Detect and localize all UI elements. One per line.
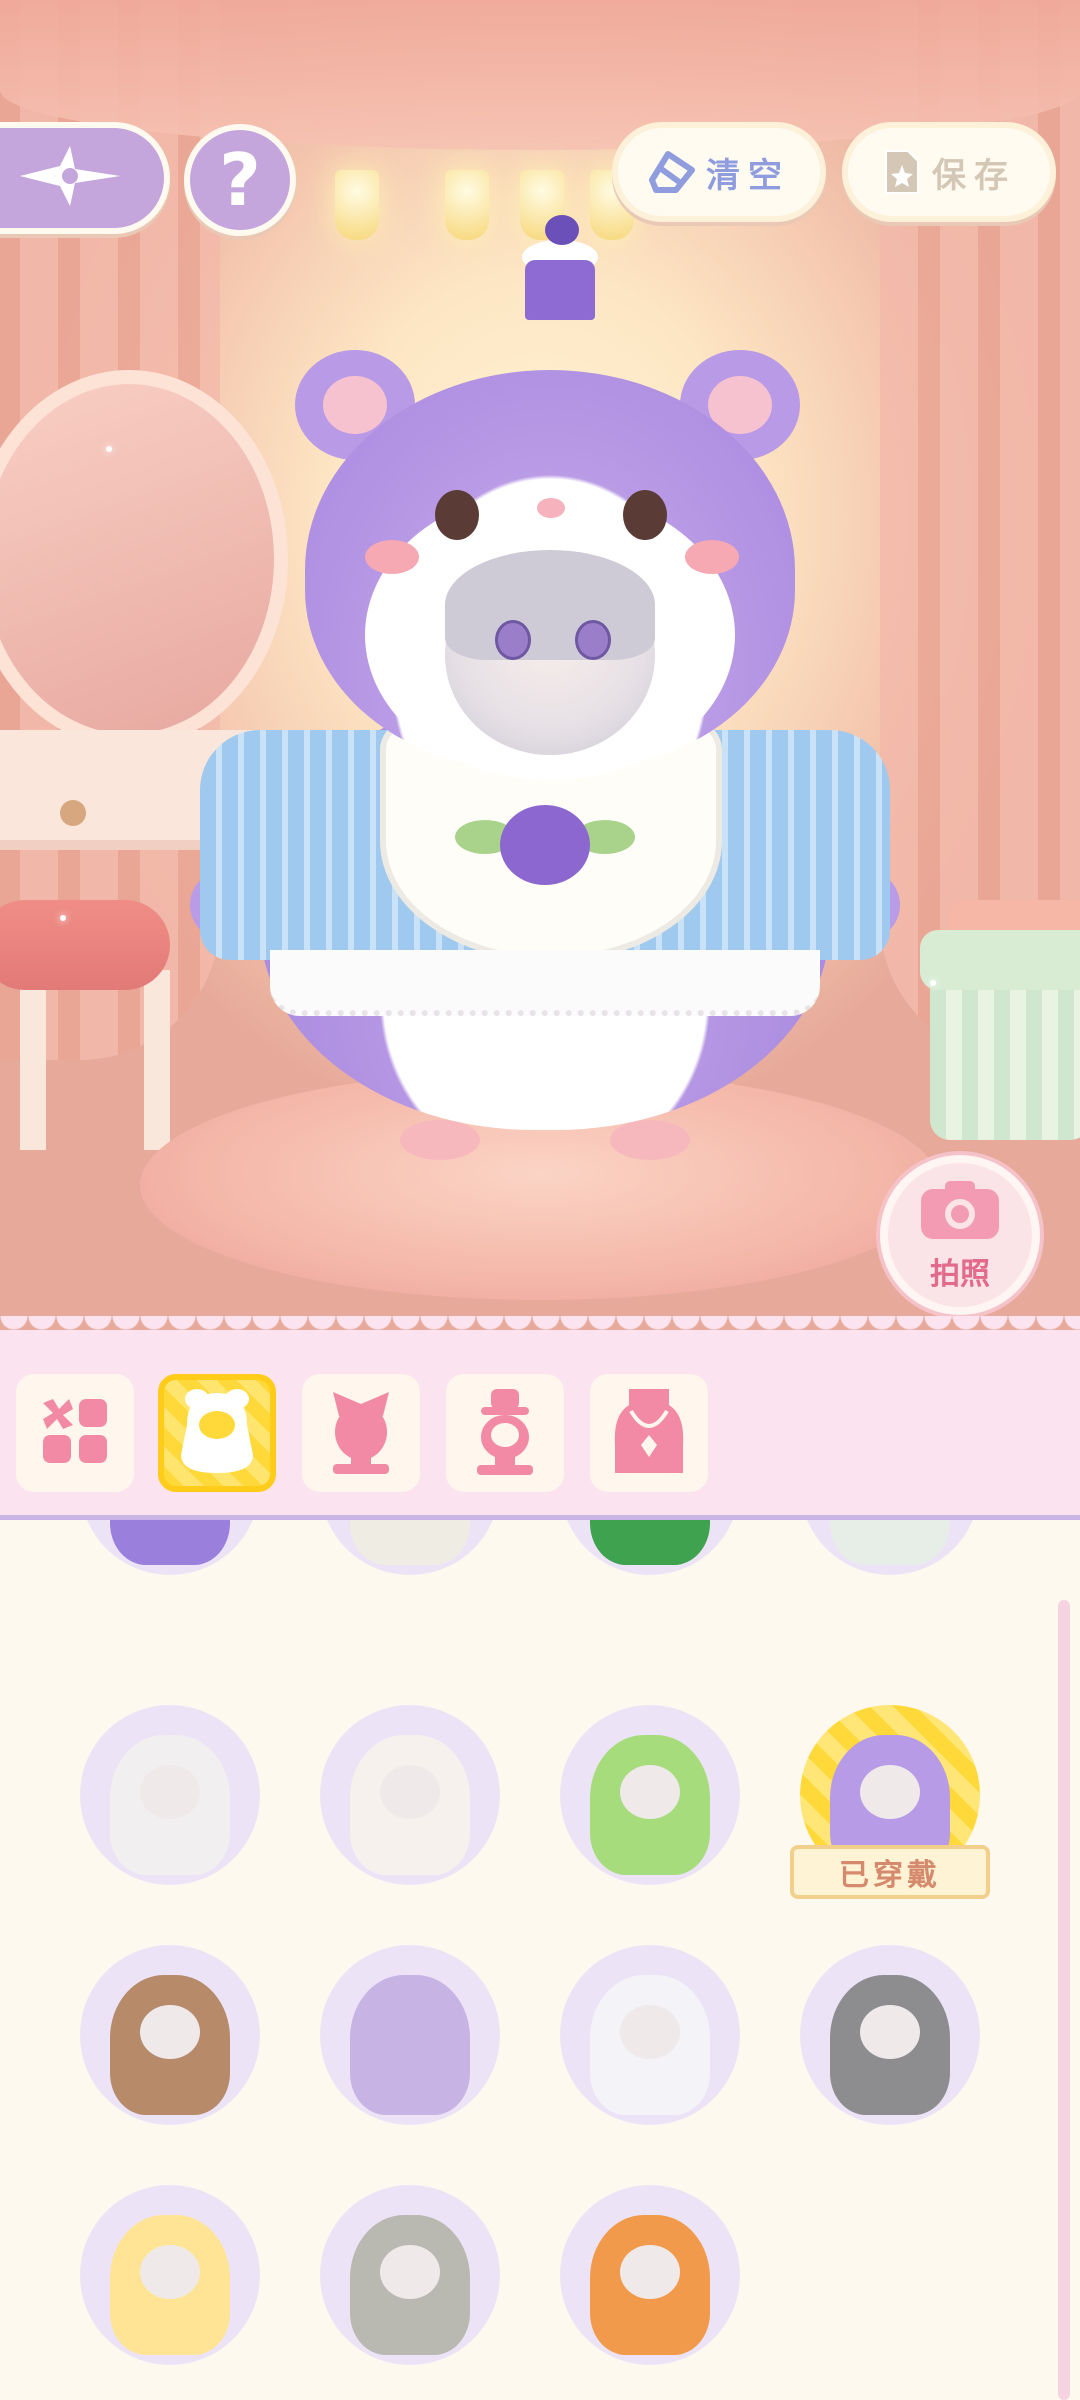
child-eye: [495, 620, 531, 660]
hamster-eye: [623, 490, 667, 540]
costume-face-hole: [860, 2005, 920, 2059]
costume-item[interactable]: [80, 1945, 260, 2125]
tab-hamster-suit[interactable]: [158, 1374, 276, 1492]
costume-thumbnail: [350, 1975, 470, 2115]
clear-button[interactable]: 清空: [612, 122, 826, 222]
necklace-icon: [609, 1385, 689, 1481]
costume-item[interactable]: [800, 1520, 980, 1575]
worn-badge: 已穿戴: [790, 1845, 990, 1899]
hamster-suit-icon: [177, 1385, 257, 1481]
clear-label: 清空: [706, 155, 790, 196]
costume-thumbnail: [830, 1975, 950, 2115]
costume-thumbnail: [590, 1520, 710, 1565]
blueberry-topper: [545, 215, 579, 245]
costume-item[interactable]: [80, 2185, 260, 2365]
costume-face-hole: [380, 2245, 440, 2299]
dressing-room-scene: ? 清空 保存 拍照: [0, 0, 1080, 1340]
blush: [685, 540, 739, 574]
costume-item[interactable]: [320, 1945, 500, 2125]
blueberry-emblem: [500, 805, 590, 885]
question-icon: ?: [219, 138, 261, 222]
stool-legs: [20, 970, 170, 1150]
stool: [0, 900, 170, 990]
hamster-head: [305, 370, 795, 780]
lamp: [445, 170, 489, 240]
grid-icon: [39, 1395, 111, 1471]
back-button[interactable]: [0, 122, 170, 234]
tab-hat[interactable]: [446, 1374, 564, 1492]
sparkle: [106, 446, 112, 452]
tab-all[interactable]: [16, 1374, 134, 1492]
photo-label: 拍照: [930, 1257, 990, 1292]
costume-item[interactable]: [80, 1705, 260, 1885]
skirt-frill: [270, 950, 820, 1016]
costume-thumbnail: [110, 2215, 230, 2355]
costume-face-hole: [620, 2245, 680, 2299]
costume-item[interactable]: [560, 2185, 740, 2365]
sparkle: [930, 980, 936, 986]
costume-thumbnail: [110, 1520, 230, 1565]
costume-item[interactable]: [320, 2185, 500, 2365]
sparkle: [60, 915, 66, 921]
costume-face-hole: [140, 2245, 200, 2299]
costume-item[interactable]: [80, 1520, 260, 1575]
drawer-knob: [60, 800, 86, 826]
costume-item[interactable]: [320, 1705, 500, 1885]
costume-thumbnail: [350, 1520, 470, 1565]
costume-face-hole: [860, 1765, 920, 1819]
player-character[interactable]: [190, 215, 900, 1170]
save-button[interactable]: 保存: [842, 122, 1056, 222]
costume-face-hole: [620, 2005, 680, 2059]
costume-item[interactable]: [320, 1520, 500, 1575]
hair-bow-icon: [323, 1386, 399, 1480]
help-button[interactable]: ?: [184, 124, 296, 236]
costume-thumbnail: [830, 1520, 950, 1565]
costume-item[interactable]: [560, 1520, 740, 1575]
hamster-eye: [435, 490, 479, 540]
cupcake-hat-base: [525, 260, 595, 320]
hamster-nose: [537, 498, 565, 518]
costume-grid: 已穿戴: [0, 1520, 1080, 2400]
blush: [365, 540, 419, 574]
costume-thumbnail: [590, 2215, 710, 2355]
child-eye: [575, 620, 611, 660]
tab-hair[interactable]: [302, 1374, 420, 1492]
camera-icon: [917, 1177, 1003, 1247]
child-hair: [445, 550, 655, 660]
save-label: 保存: [932, 155, 1016, 196]
hat-icon: [467, 1385, 543, 1481]
costume-thumbnail: [350, 2215, 470, 2355]
grid-scrollbar[interactable]: [1058, 1600, 1070, 2400]
save-file-icon: [882, 147, 922, 197]
costume-face-hole: [620, 1765, 680, 1819]
costume-thumbnail: [110, 1975, 230, 2115]
costume-item-worn[interactable]: 已穿戴: [790, 1705, 990, 1899]
hamster-foot: [400, 1120, 480, 1160]
hamster-foot: [610, 1120, 690, 1160]
costume-item[interactable]: [800, 1945, 980, 2125]
costume-face-hole: [380, 1765, 440, 1819]
category-tabs: [0, 1316, 1080, 1520]
costume-thumbnail: [590, 1975, 710, 2115]
gift-box-lid: [920, 930, 1080, 990]
sparkle-back-icon: [15, 141, 125, 215]
costume-face-hole: [140, 2005, 200, 2059]
eraser-icon: [648, 150, 696, 194]
photo-button[interactable]: 拍照: [880, 1155, 1040, 1315]
costume-face-hole: [140, 1765, 200, 1819]
costume-thumbnail: [350, 1735, 470, 1875]
costume-thumbnail: [110, 1735, 230, 1875]
costume-item[interactable]: [560, 1945, 740, 2125]
lamp: [335, 170, 379, 240]
costume-thumbnail: [590, 1735, 710, 1875]
tab-necklace[interactable]: [590, 1374, 708, 1492]
costume-item[interactable]: [560, 1705, 740, 1885]
